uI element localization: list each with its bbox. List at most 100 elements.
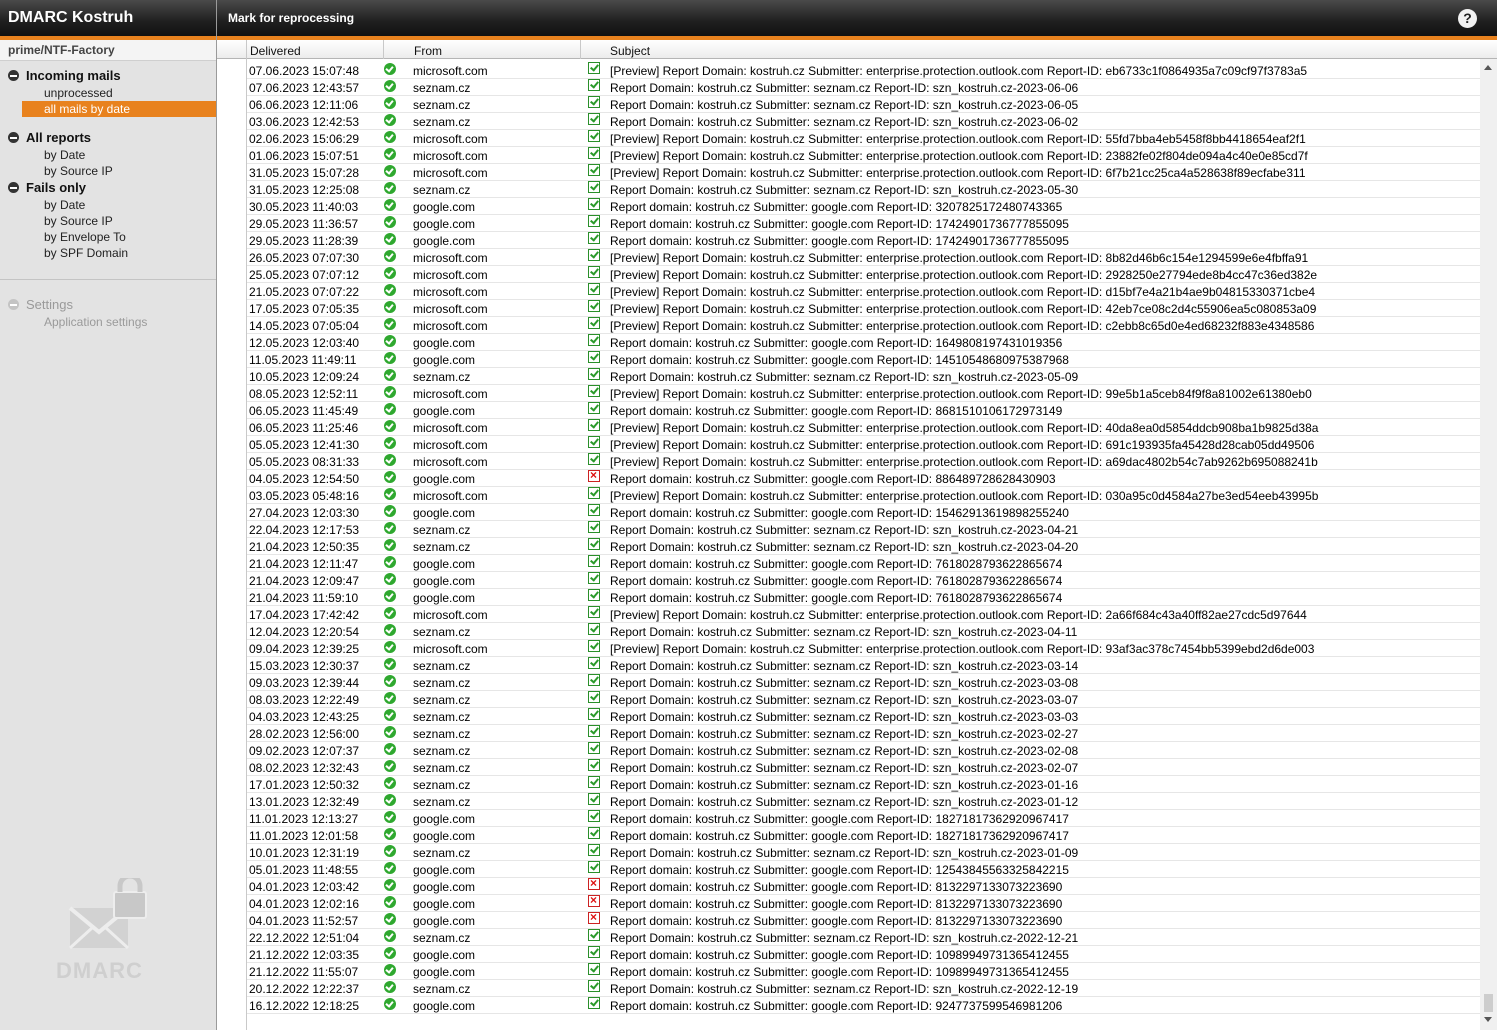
scroll-down-icon[interactable]: [1484, 1017, 1492, 1022]
table-row[interactable]: 04.01.2023 11:52:57 google.com Report doma…: [247, 910, 1480, 929]
collapse-icon[interactable]: [8, 182, 19, 193]
column-header-from[interactable]: From: [383, 40, 580, 59]
table-row[interactable]: 09.04.2023 12:39:25 microsoft.com [Preview…: [247, 640, 1480, 657]
table-row[interactable]: 04.01.2023 12:02:16 google.com Report doma…: [247, 893, 1480, 912]
table-row[interactable]: 06.05.2023 11:25:46 microsoft.com [Preview…: [247, 419, 1480, 436]
collapse-icon[interactable]: [8, 132, 19, 143]
sidebar-item-reports-by-source-ip[interactable]: by Source IP: [22, 163, 216, 179]
table-row[interactable]: 02.06.2023 15:06:29 microsoft.com [Preview…: [247, 130, 1480, 147]
table-row[interactable]: 31.05.2023 15:07:28 microsoft.com [Preview…: [247, 164, 1480, 181]
check-pass-icon: [588, 640, 600, 652]
sidebar-item-fails-by-envelope-to[interactable]: by Envelope To: [22, 229, 216, 245]
mark-for-reprocessing-button[interactable]: Mark for reprocessing: [228, 0, 354, 36]
table-row[interactable]: 07.06.2023 15:07:48 microsoft.com [Preview…: [247, 62, 1480, 79]
status-ok-icon: [384, 930, 396, 942]
vertical-scrollbar[interactable]: [1480, 59, 1497, 1030]
table-row[interactable]: 05.05.2023 08:31:33 microsoft.com [Preview…: [247, 453, 1480, 470]
table-row[interactable]: 27.04.2023 12:03:30 google.com Report doma…: [247, 504, 1480, 521]
table-row[interactable]: 09.03.2023 12:39:44 seznam.cz Report Domai…: [247, 674, 1480, 691]
table-row[interactable]: 17.05.2023 07:05:35 microsoft.com [Preview…: [247, 300, 1480, 317]
table-row[interactable]: 05.05.2023 12:41:30 microsoft.com [Preview…: [247, 436, 1480, 453]
subject-cell: Report Domain: kostruh.cz Submitter: sez…: [610, 98, 1079, 112]
table-row[interactable]: 17.01.2023 12:50:32 seznam.cz Report Domai…: [247, 776, 1480, 793]
table-row[interactable]: 30.05.2023 11:40:03 google.com Report doma…: [247, 198, 1480, 215]
subject-cell: [Preview] Report Domain: kostruh.cz Subm…: [610, 489, 1319, 503]
nav-section-title[interactable]: All reports: [26, 129, 216, 147]
delivered-cell: 10.01.2023 12:31:19: [249, 846, 360, 860]
table-row[interactable]: 01.06.2023 15:07:51 microsoft.com [Preview…: [247, 147, 1480, 164]
scroll-up-icon[interactable]: [1484, 65, 1492, 70]
table-row[interactable]: 29.05.2023 11:28:39 google.com Report doma…: [247, 232, 1480, 249]
table-row[interactable]: 21.12.2022 12:03:35 google.com Report doma…: [247, 946, 1480, 963]
column-header-delivered[interactable]: Delivered: [246, 40, 383, 59]
table-row[interactable]: 12.04.2023 12:20:54 seznam.cz Report Domai…: [247, 623, 1480, 640]
table-row[interactable]: 08.02.2023 12:32:43 seznam.cz Report Domai…: [247, 759, 1480, 776]
table-row[interactable]: 12.05.2023 12:03:40 google.com Report doma…: [247, 334, 1480, 351]
table-row[interactable]: 21.05.2023 07:07:22 microsoft.com [Preview…: [247, 283, 1480, 300]
table-row[interactable]: 21.04.2023 12:09:47 google.com Report doma…: [247, 572, 1480, 589]
table-row[interactable]: 16.12.2022 12:18:25 google.com Report doma…: [247, 997, 1480, 1014]
table-row[interactable]: 04.01.2023 12:03:42 google.com Report doma…: [247, 876, 1480, 895]
table-row[interactable]: 13.01.2023 12:32:49 seznam.cz Report Domai…: [247, 793, 1480, 810]
delivered-cell: 27.04.2023 12:03:30: [249, 506, 360, 520]
table-row[interactable]: 05.01.2023 11:48:55 google.com Report doma…: [247, 861, 1480, 878]
status-ok-icon: [384, 913, 396, 925]
scroll-thumb[interactable]: [1484, 994, 1493, 1012]
delivered-cell: 03.05.2023 05:48:16: [249, 489, 360, 503]
table-row[interactable]: 03.06.2023 12:42:53 seznam.cz Report Domai…: [247, 113, 1480, 130]
help-icon[interactable]: ?: [1458, 9, 1477, 28]
status-ok-icon: [384, 267, 396, 279]
column-header-subject[interactable]: Subject: [580, 40, 1480, 59]
table-row[interactable]: 06.05.2023 11:45:49 google.com Report doma…: [247, 402, 1480, 419]
table-row[interactable]: 21.04.2023 11:59:10 google.com Report doma…: [247, 589, 1480, 606]
table-row[interactable]: 17.04.2023 17:42:42 microsoft.com [Preview…: [247, 606, 1480, 623]
table-row[interactable]: 06.06.2023 12:11:06 seznam.cz Report Domai…: [247, 96, 1480, 113]
table-row[interactable]: 10.05.2023 12:09:24 seznam.cz Report Domai…: [247, 368, 1480, 385]
table-row[interactable]: 11.05.2023 11:49:11 google.com Report doma…: [247, 351, 1480, 368]
sidebar-item-unprocessed[interactable]: unprocessed: [22, 85, 216, 101]
divider: [0, 279, 216, 280]
sidebar-item-fails-by-source-ip[interactable]: by Source IP: [22, 213, 216, 229]
sidebar-item-all-mails-by-date[interactable]: all mails by date: [22, 101, 216, 117]
status-ok-icon: [384, 811, 396, 823]
nav-section-title[interactable]: Settings: [26, 296, 216, 314]
table-row[interactable]: 08.03.2023 12:22:49 seznam.cz Report Domai…: [247, 691, 1480, 708]
table-row[interactable]: 20.12.2022 12:22:37 seznam.cz Report Domai…: [247, 980, 1480, 997]
nav-section-title[interactable]: Fails only: [26, 179, 216, 197]
table-row[interactable]: 04.03.2023 12:43:25 seznam.cz Report Domai…: [247, 708, 1480, 725]
table-row[interactable]: 04.05.2023 12:54:50 google.com Report doma…: [247, 468, 1480, 487]
table-row[interactable]: 09.02.2023 12:07:37 seznam.cz Report Domai…: [247, 742, 1480, 759]
sidebar-item-fails-by-date[interactable]: by Date: [22, 197, 216, 213]
table-row[interactable]: 25.05.2023 07:07:12 microsoft.com [Preview…: [247, 266, 1480, 283]
status-ok-icon: [384, 845, 396, 857]
table-row[interactable]: 21.04.2023 12:50:35 seznam.cz Report Domai…: [247, 538, 1480, 555]
status-ok-icon: [384, 437, 396, 449]
table-row[interactable]: 10.01.2023 12:31:19 seznam.cz Report Domai…: [247, 844, 1480, 861]
table-row[interactable]: 28.02.2023 12:56:00 seznam.cz Report Domai…: [247, 725, 1480, 742]
table-row[interactable]: 21.04.2023 12:11:47 google.com Report doma…: [247, 555, 1480, 572]
table-row[interactable]: 08.05.2023 12:52:11 microsoft.com [Preview…: [247, 385, 1480, 402]
from-cell: microsoft.com: [413, 149, 488, 163]
table-row[interactable]: 15.03.2023 12:30:37 seznam.cz Report Domai…: [247, 657, 1480, 674]
subject-cell: Report domain: kostruh.cz Submitter: goo…: [610, 863, 1069, 877]
table-row[interactable]: 11.01.2023 12:01:58 google.com Report doma…: [247, 827, 1480, 844]
table-row[interactable]: 03.05.2023 05:48:16 microsoft.com [Preview…: [247, 487, 1480, 504]
check-pass-icon: [588, 385, 600, 397]
sidebar-item-application-settings[interactable]: Application settings: [22, 314, 216, 330]
table-row[interactable]: 21.12.2022 11:55:07 google.com Report doma…: [247, 963, 1480, 980]
collapse-icon[interactable]: [8, 70, 19, 81]
table-row[interactable]: 11.01.2023 12:13:27 google.com Report doma…: [247, 810, 1480, 827]
table-row[interactable]: 22.12.2022 12:51:04 seznam.cz Report Domai…: [247, 929, 1480, 946]
collapse-icon[interactable]: [8, 299, 19, 310]
table-row[interactable]: 26.05.2023 07:07:30 microsoft.com [Preview…: [247, 249, 1480, 266]
table-row[interactable]: 31.05.2023 12:25:08 seznam.cz Report Domai…: [247, 181, 1480, 198]
table-row[interactable]: 14.05.2023 07:05:04 microsoft.com [Preview…: [247, 317, 1480, 334]
sidebar-item-reports-by-date[interactable]: by Date: [22, 147, 216, 163]
from-cell: microsoft.com: [413, 608, 488, 622]
sidebar-item-fails-by-spf-domain[interactable]: by SPF Domain: [22, 245, 216, 261]
table-row[interactable]: 07.06.2023 12:43:57 seznam.cz Report Domai…: [247, 79, 1480, 96]
nav-section-title[interactable]: Incoming mails: [26, 67, 216, 85]
check-pass-icon: [588, 215, 600, 227]
table-row[interactable]: 22.04.2023 12:17:53 seznam.cz Report Domai…: [247, 521, 1480, 538]
table-row[interactable]: 29.05.2023 11:36:57 google.com Report doma…: [247, 215, 1480, 232]
